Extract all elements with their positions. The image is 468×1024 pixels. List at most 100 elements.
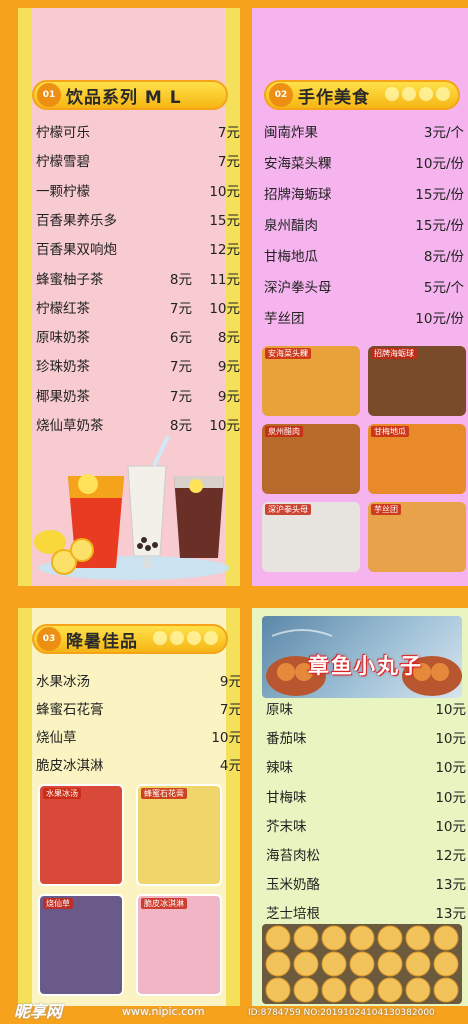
item-price: 10元: [435, 789, 466, 806]
price-l: 11元: [209, 271, 240, 288]
price-l: 10元: [209, 418, 240, 434]
item-price: 13元: [435, 877, 466, 894]
item-name: 柠檬雪碧: [36, 154, 90, 171]
menu-row: 柠檬雪碧 7元: [36, 150, 240, 171]
item-name: 柠檬可乐: [36, 125, 90, 141]
octo-ball: [377, 977, 403, 1003]
item-name: 烧仙草: [36, 730, 77, 746]
menu-row: 闽南炸果 3元/个: [264, 121, 464, 141]
menu-row: 甘梅地瓜 8元/份: [264, 245, 464, 265]
price-l: 7元: [217, 125, 240, 141]
menu-row: 芝士培根 13元: [266, 902, 466, 922]
octo-ball: [349, 951, 375, 977]
watermark-url: www.nipic.com: [122, 1005, 205, 1018]
octo-ball: [405, 925, 431, 951]
menu-row: 招牌海蛎球 15元/份: [264, 183, 464, 203]
menu-row: 柠檬可乐 7元: [36, 121, 240, 141]
item-name: 芥末味: [266, 818, 307, 835]
price-l: 9元: [217, 359, 240, 376]
item-name: 珍珠奶茶: [36, 359, 90, 376]
food-photo: 泉州醋肉: [262, 424, 360, 494]
item-name: 安海菜头粿: [264, 156, 332, 172]
menu-row: 一颗柠檬 10元: [36, 180, 240, 200]
menu-row: 脆皮冰淇淋 4元: [36, 754, 240, 774]
photo-label: 芋丝团: [371, 504, 401, 515]
octo-ball: [349, 925, 375, 951]
item-price: 10元: [435, 760, 466, 777]
header-dots: [385, 87, 450, 101]
watermark-id: ID:8784759 NO:20191024104130382000: [248, 1008, 435, 1018]
item-price: 9元: [219, 674, 240, 690]
item-price: 15元/份: [415, 187, 464, 203]
octo-ball: [265, 951, 291, 977]
menu-row: 原味奶茶 6元 8元: [36, 326, 240, 347]
octo-ball: [405, 977, 431, 1003]
item-name: 百香果养乐多: [36, 212, 117, 229]
price-l: 7元: [217, 154, 240, 171]
octo-ball: [321, 951, 347, 977]
item-price: 3元/个: [423, 125, 464, 141]
item-name: 玉米奶酪: [266, 877, 320, 894]
item-price: 10元: [211, 730, 240, 746]
item-name: 招牌海蛎球: [264, 187, 332, 203]
octo-ball: [293, 977, 319, 1003]
photo-label: 泉州醋肉: [265, 426, 303, 437]
photo-label: 蜂蜜石花膏: [141, 788, 187, 799]
item-price: 4元: [219, 758, 240, 774]
summer-header: 03 降暑佳品: [32, 624, 228, 654]
item-name: 辣味: [266, 760, 293, 777]
octo-ball: [377, 925, 403, 951]
drinks-panel: 01 饮品系列 M L 柠檬可乐 7元 柠檬雪碧 7元 一颗柠檬 10元 百香果养乐多 15元…: [18, 8, 240, 586]
item-name: 原味奶茶: [36, 330, 90, 347]
header-dots: [153, 631, 218, 645]
watermark-logo: 昵享网: [14, 1002, 63, 1021]
item-price: 12元: [435, 848, 466, 864]
section-title: 手作美食: [298, 87, 370, 108]
section-number: 03: [37, 627, 61, 651]
item-name: 芝士培根: [266, 906, 320, 923]
octo-ball: [293, 925, 319, 951]
photo-label: 脆皮冰淇淋: [141, 898, 187, 909]
item-name: 芋丝团: [264, 311, 305, 327]
octo-ball: [265, 977, 291, 1003]
item-price: 13元: [435, 906, 466, 923]
price-l: 8元: [217, 330, 240, 347]
section-number: 02: [269, 83, 293, 107]
octo-banner: 章鱼小丸子: [262, 616, 462, 698]
photo-label: 深沪拳头母: [265, 504, 311, 515]
food-photo: 招牌海蛎球: [368, 346, 466, 416]
item-name: 一颗柠檬: [36, 183, 90, 200]
octo-ball: [293, 951, 319, 977]
drinks-illustration: [34, 436, 230, 580]
item-name: 甘梅地瓜: [264, 249, 318, 265]
octo-title: 章鱼小丸子: [308, 654, 423, 678]
menu-row: 百香果养乐多 15元: [36, 209, 240, 229]
decor-band: [18, 608, 32, 1006]
menu-row: 芥末味 10元: [266, 815, 466, 835]
menu-row: 泉州醋肉 15元/份: [264, 214, 464, 234]
menu-row: 原味 10元: [266, 698, 466, 718]
menu-row: 辣味 10元: [266, 756, 466, 776]
item-name: 海苔肉松: [266, 848, 320, 864]
octo-ball: [349, 977, 375, 1003]
photo-label: 招牌海蛎球: [371, 348, 417, 359]
price-l: 12元: [209, 242, 240, 259]
dessert-photo: 蜂蜜石花膏: [136, 784, 222, 886]
drinks-header: 01 饮品系列 M L: [32, 80, 228, 110]
item-price: 10元: [435, 702, 466, 718]
menu-row: 海苔肉松 12元: [266, 844, 466, 864]
octo-ball: [377, 951, 403, 977]
menu-row: 安海菜头粿 10元/份: [264, 152, 464, 172]
item-price: 10元: [435, 731, 466, 748]
food-photo: 甘梅地瓜: [368, 424, 466, 494]
item-name: 百香果双响炮: [36, 242, 117, 259]
photo-label: 水果冰汤: [43, 788, 81, 799]
item-price: 10元: [435, 818, 466, 835]
octo-panel: 章鱼小丸子 原味 10元 番茄味 10元 辣味 10元 甘梅味 10元 芥末味 10元 海苔肉松 12…: [252, 608, 468, 1006]
food-photo: 深沪拳头母: [262, 502, 360, 572]
section-title: 饮品系列 M L: [66, 87, 182, 108]
menu-row: 番茄味 10元: [266, 727, 466, 747]
dessert-photo: 脆皮冰淇淋: [136, 894, 222, 996]
octo-ball: [433, 925, 459, 951]
snacks-panel: 02 手作美食 闽南炸果 3元/个 安海菜头粿 10元/份招牌海蛎球 15元/份泉州醋肉…: [252, 8, 468, 586]
